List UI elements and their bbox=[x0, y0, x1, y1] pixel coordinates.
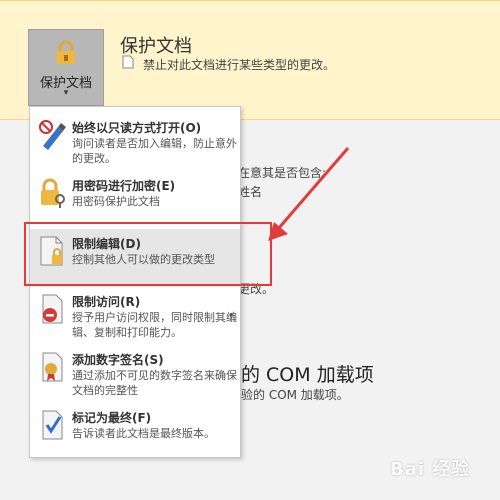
final-check-icon bbox=[42, 410, 63, 440]
submenu-arrow-icon: ▸ bbox=[229, 310, 234, 319]
menu-item-restrict-access[interactable]: 限制访问(R) 授予用户访问权限，同时限制其编辑、复制和打印能力。 ▸ bbox=[30, 287, 240, 345]
menu-item-description: 告诉读者此文档是最终版本。 bbox=[72, 427, 215, 440]
signature-icon bbox=[42, 352, 63, 382]
menu-item-description: 通过添加不可见的数字签名来确保文档的完整性 bbox=[72, 369, 237, 397]
menu-item-title: 用密码进行加密(E) bbox=[72, 179, 176, 193]
menu-item-always-open-read-only[interactable]: 始终以只读方式打开(O) 询问读者是否加入编辑，防止意外的更改。 bbox=[30, 113, 240, 171]
background-heading: 的 COM 加载项 bbox=[241, 364, 374, 386]
menu-item-add-digital-signature[interactable]: 添加数字签名(S) 通过添加不可见的数字签名来确保文档的完整性 bbox=[30, 345, 240, 403]
background-text-2: 姓名 bbox=[238, 185, 263, 199]
menu-item-description: 授予用户访问权限，同时限制其编辑、复制和打印能力。 bbox=[72, 311, 237, 339]
menu-item-description: 用密码保护此文档 bbox=[72, 195, 160, 208]
lock-icon bbox=[57, 40, 75, 64]
protect-document-button[interactable]: 保护文档 ▾ bbox=[28, 29, 104, 106]
menu-item-description: 询问读者是否加入编辑，防止意外的更改。 bbox=[72, 137, 237, 165]
protect-document-banner: 保护文档 ▾ 保护文档 禁止对此文档进行某些类型的更改。 bbox=[0, 0, 500, 120]
background-text-4: 验的 COM 加载项。 bbox=[241, 388, 349, 402]
chevron-down-icon: ▾ bbox=[63, 88, 69, 98]
menu-item-title: 始终以只读方式打开(O) bbox=[72, 121, 202, 135]
banner-description: 禁止对此文档进行某些类型的更改。 bbox=[143, 58, 336, 72]
menu-item-title: 添加数字签名(S) bbox=[72, 353, 164, 367]
highlight-box bbox=[24, 222, 272, 286]
menu-item-encrypt-with-password[interactable]: 用密码进行加密(E) 用密码保护此文档 bbox=[30, 171, 240, 229]
restrict-access-icon bbox=[42, 294, 63, 324]
background-text-1: 在意其是否包含: bbox=[238, 166, 327, 180]
menu-item-title: 标记为最终(F) bbox=[72, 411, 152, 425]
menu-item-title: 限制访问(R) bbox=[72, 295, 141, 309]
pencil-icon bbox=[39, 120, 66, 150]
document-icon bbox=[122, 55, 134, 69]
lock-key-icon bbox=[41, 178, 65, 208]
menu-item-mark-as-final[interactable]: 标记为最终(F) 告诉读者此文档是最终版本。 bbox=[30, 403, 240, 461]
watermark: Bai 经验 bbox=[390, 459, 471, 480]
